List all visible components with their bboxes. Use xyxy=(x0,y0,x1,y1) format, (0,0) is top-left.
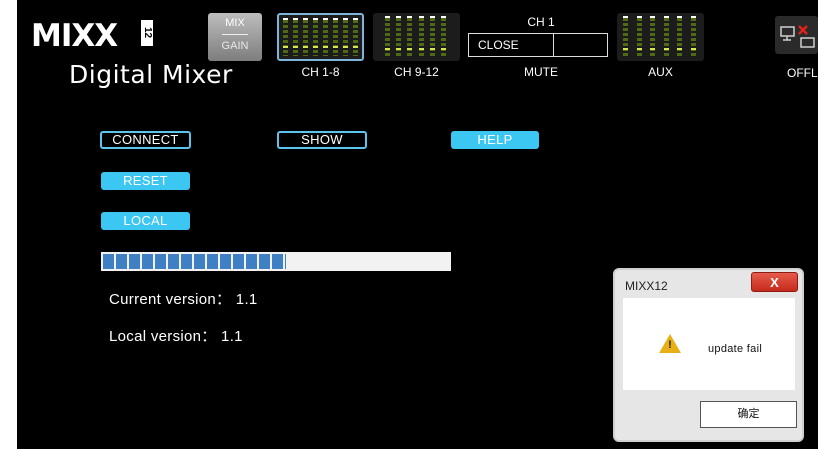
mute-selector[interactable]: CLOSE xyxy=(468,33,608,57)
dialog-ok-button[interactable]: 确定 xyxy=(700,401,797,428)
update-progress-bar xyxy=(101,252,451,271)
meter-bar xyxy=(407,16,413,58)
local-button[interactable]: LOCAL xyxy=(101,212,190,230)
connection-status: OFFL xyxy=(787,66,818,80)
help-button[interactable]: HELP xyxy=(451,131,539,149)
update-dialog: MIXX12 X ! update fail 确定 xyxy=(613,268,804,442)
mix-gain-toggle[interactable]: MIX GAIN xyxy=(208,13,262,61)
meter-bar xyxy=(396,16,402,58)
network-status-icon[interactable] xyxy=(775,16,818,54)
meter-bar xyxy=(623,16,628,58)
mixer-screen: MIXX 12 Digital Mixer MIX GAIN CH 1-8 CH… xyxy=(17,0,818,449)
mix-label: MIX xyxy=(225,17,245,29)
meter-bar xyxy=(303,18,308,56)
meter-bar xyxy=(429,16,435,58)
meter-bar xyxy=(663,16,669,58)
meter-bar xyxy=(293,18,298,56)
meter-ch9-12[interactable] xyxy=(373,13,460,61)
meter-bar xyxy=(418,16,424,58)
show-button[interactable]: SHOW xyxy=(277,131,367,149)
meter-aux[interactable] xyxy=(617,13,704,61)
dialog-message: update fail xyxy=(708,343,763,355)
reset-button[interactable]: RESET xyxy=(101,172,190,190)
progress-fill xyxy=(103,254,287,269)
meter-bar xyxy=(283,18,288,56)
logo: MIXX xyxy=(31,18,118,54)
meter-bar xyxy=(636,16,642,58)
meter-bar xyxy=(677,16,683,58)
meter-bar xyxy=(333,18,338,56)
meter-label-ch1-8: CH 1-8 xyxy=(301,65,340,79)
logo-number: 12 xyxy=(141,20,153,46)
gain-label: GAIN xyxy=(221,40,249,52)
meter-label-aux: AUX xyxy=(648,65,673,79)
dialog-close-button[interactable]: X xyxy=(751,272,798,292)
channel-title: CH 1 xyxy=(527,15,555,29)
meter-bar xyxy=(440,16,446,58)
connect-button[interactable]: CONNECT xyxy=(100,131,191,149)
warning-icon-mark: ! xyxy=(668,339,672,351)
meter-bar xyxy=(353,18,358,56)
meter-label-ch9-12: CH 9-12 xyxy=(394,65,439,79)
dialog-title: MIXX12 xyxy=(625,279,668,293)
meter-bar xyxy=(385,16,390,58)
meter-bar xyxy=(323,18,328,56)
meter-bar xyxy=(690,16,696,58)
close-option[interactable]: CLOSE xyxy=(469,34,554,56)
meter-bar xyxy=(650,16,656,58)
app-subtitle: Digital Mixer xyxy=(69,60,233,89)
dialog-body: ! update fail xyxy=(623,298,795,390)
meter-ch1-8[interactable] xyxy=(277,13,364,61)
meter-bar xyxy=(313,18,318,56)
meter-bar xyxy=(343,18,348,56)
mute-label: MUTE xyxy=(524,65,558,79)
mix-gain-divider xyxy=(222,34,248,35)
current-version: Current version： 1.1 xyxy=(109,291,258,308)
local-version: Local version： 1.1 xyxy=(109,328,243,345)
